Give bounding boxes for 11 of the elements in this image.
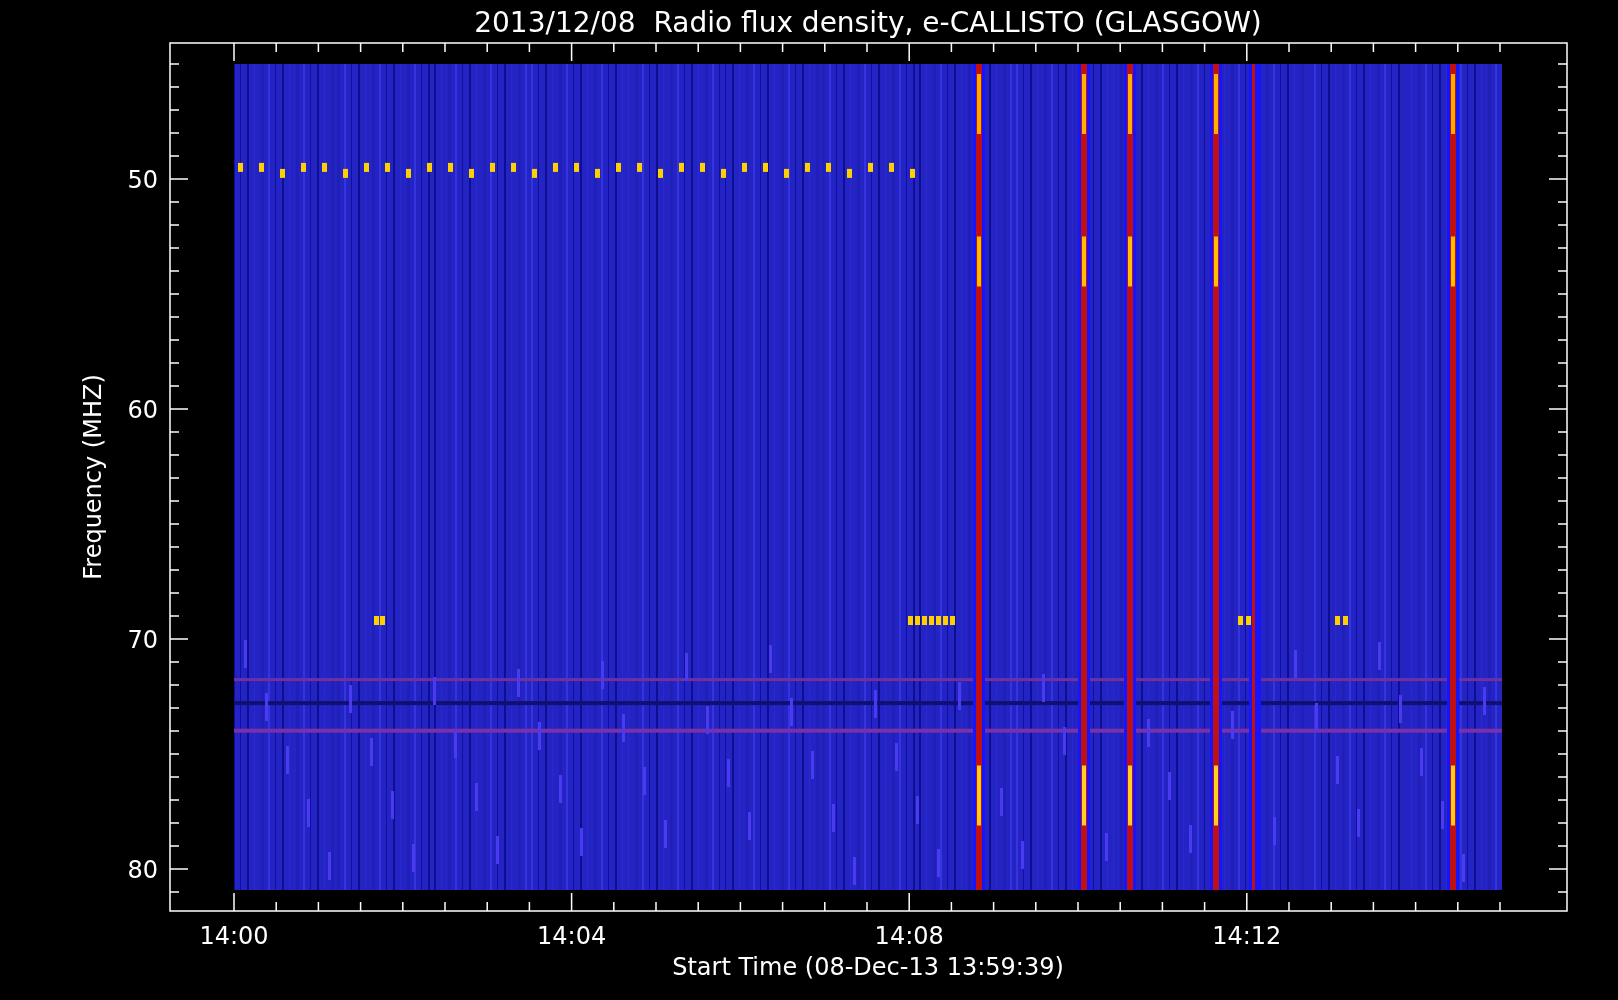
- x-tick-label: 14:08: [874, 922, 944, 950]
- y-tick-label: 50: [127, 166, 158, 194]
- chart-title: 2013/12/08 Radio flux density, e-CALLISTO (GLASGOW): [474, 6, 1262, 39]
- y-axis-label: Frequency (MHZ): [79, 374, 107, 580]
- y-tick-label: 70: [127, 626, 158, 654]
- x-axis-label: Start Time (08-Dec-13 13:59:39): [672, 953, 1064, 981]
- y-tick-label: 60: [127, 396, 158, 424]
- x-tick-label: 14:00: [199, 922, 269, 950]
- y-tick-label: 80: [127, 856, 158, 884]
- x-tick-label: 14:04: [537, 922, 607, 950]
- x-tick-label: 14:12: [1212, 922, 1282, 950]
